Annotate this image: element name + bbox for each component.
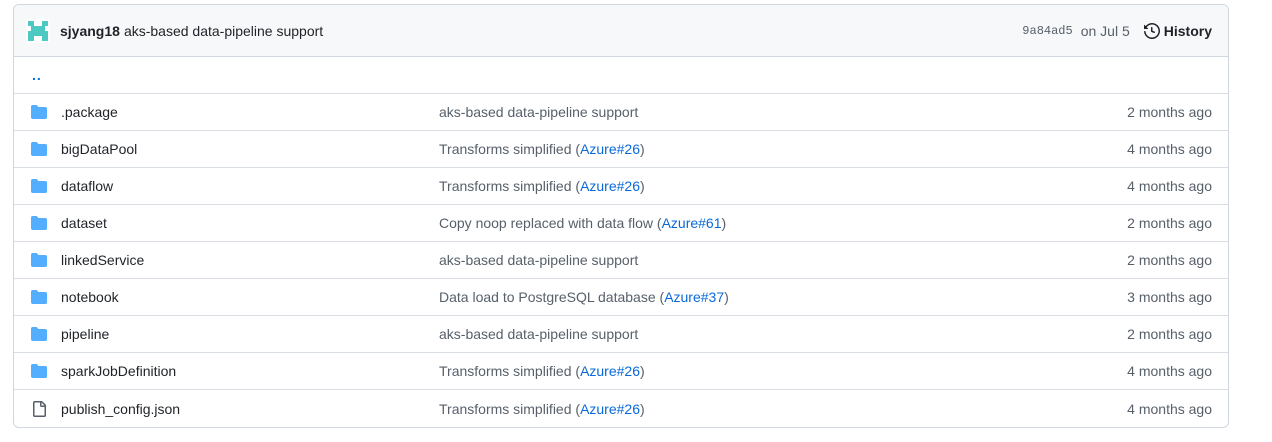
history-label: History bbox=[1163, 22, 1212, 39]
file-commit-message: Transforms simplified (Azure#26) bbox=[439, 178, 645, 194]
file-name-link[interactable]: bigDataPool bbox=[61, 141, 137, 157]
folder-icon bbox=[14, 252, 63, 268]
commit-message-suffix: ) bbox=[724, 289, 729, 305]
commit-message-suffix: ) bbox=[640, 178, 645, 194]
commit-sha[interactable]: 9a84ad5 bbox=[1022, 24, 1072, 38]
commit-message-suffix: ) bbox=[640, 363, 645, 379]
file-name-link[interactable]: dataset bbox=[61, 215, 107, 231]
file-commit-message: aks-based data-pipeline support bbox=[439, 326, 638, 342]
file-commit-message: aks-based data-pipeline support bbox=[439, 252, 638, 268]
file-icon bbox=[14, 400, 63, 417]
commit-age: 2 months ago bbox=[1127, 326, 1212, 342]
commit-message-text[interactable]: aks-based data-pipeline support bbox=[439, 252, 638, 268]
file-name-link[interactable]: publish_config.json bbox=[61, 401, 180, 417]
file-name-link[interactable]: sparkJobDefinition bbox=[61, 363, 176, 379]
file-browser: sjyang18 aks-based data-pipeline support… bbox=[13, 4, 1229, 428]
issue-link[interactable]: Azure#61 bbox=[662, 215, 722, 231]
file-row[interactable]: pipeline aks-based data-pipeline support 2… bbox=[14, 316, 1228, 353]
file-row[interactable]: sparkJobDefinition Transforms simplified … bbox=[14, 353, 1228, 390]
parent-directory-link[interactable]: .. bbox=[14, 57, 1228, 94]
commit-message-text[interactable]: Copy noop replaced with data flow ( bbox=[439, 215, 662, 231]
commit-age: 2 months ago bbox=[1127, 104, 1212, 120]
commit-message-suffix: ) bbox=[721, 215, 727, 231]
file-row[interactable]: dataflow Transforms simplified (Azure#26)… bbox=[14, 168, 1228, 205]
commit-age: 4 months ago bbox=[1127, 363, 1212, 379]
folder-icon bbox=[14, 289, 63, 305]
file-commit-message: Transforms simplified (Azure#26) bbox=[439, 363, 645, 379]
latest-commit-bar: sjyang18 aks-based data-pipeline support… bbox=[14, 5, 1228, 57]
avatar[interactable] bbox=[26, 18, 50, 43]
folder-icon bbox=[14, 215, 63, 231]
commit-message-text[interactable]: aks-based data-pipeline support bbox=[439, 104, 638, 120]
file-commit-message: Transforms simplified (Azure#26) bbox=[439, 141, 645, 157]
issue-link[interactable]: Azure#37 bbox=[664, 289, 724, 305]
issue-link[interactable]: Azure#26 bbox=[580, 178, 640, 194]
folder-icon bbox=[14, 326, 63, 342]
folder-icon bbox=[14, 104, 63, 120]
commit-message-text[interactable]: Transforms simplified ( bbox=[439, 363, 580, 379]
history-icon bbox=[1143, 22, 1160, 39]
commit-age: 3 months ago bbox=[1127, 289, 1212, 305]
file-row[interactable]: .package aks-based data-pipeline support 2… bbox=[14, 94, 1228, 131]
commit-message[interactable]: aks-based data-pipeline support bbox=[124, 23, 323, 39]
folder-icon bbox=[14, 141, 63, 157]
issue-link[interactable]: Azure#26 bbox=[580, 401, 640, 417]
file-row[interactable]: notebook Data load to PostgreSQL database… bbox=[14, 279, 1228, 316]
file-row[interactable]: publish_config.json Transforms simplified… bbox=[14, 390, 1228, 427]
file-row[interactable]: bigDataPool Transforms simplified (Azure#… bbox=[14, 131, 1228, 168]
file-list: .package aks-based data-pipeline support 2… bbox=[14, 94, 1228, 427]
commit-age: 4 months ago bbox=[1127, 400, 1212, 417]
file-commit-message: aks-based data-pipeline support bbox=[439, 104, 638, 120]
file-commit-message: Copy noop replaced with data flow (Azure… bbox=[439, 215, 726, 231]
file-name-link[interactable]: pipeline bbox=[61, 326, 109, 342]
file-name-link[interactable]: linkedService bbox=[61, 252, 144, 268]
commit-author[interactable]: sjyang18 bbox=[60, 23, 120, 39]
commit-age: 2 months ago bbox=[1127, 252, 1212, 268]
commit-message-suffix: ) bbox=[640, 141, 645, 157]
commit-message-text[interactable]: aks-based data-pipeline support bbox=[439, 326, 638, 342]
commit-age: 4 months ago bbox=[1127, 141, 1212, 157]
commit-age: 4 months ago bbox=[1127, 178, 1212, 194]
file-commit-message: Data load to PostgreSQL database (Azure#… bbox=[439, 289, 729, 305]
avatar-icon bbox=[26, 18, 50, 43]
commit-age: 2 months ago bbox=[1127, 215, 1212, 231]
commit-message-suffix: ) bbox=[640, 400, 645, 417]
commit-message-text[interactable]: Transforms simplified ( bbox=[439, 401, 580, 417]
commit-date: on Jul 5 bbox=[1080, 22, 1130, 39]
commit-message-text[interactable]: Transforms simplified ( bbox=[439, 141, 580, 157]
commit-message-text[interactable]: Data load to PostgreSQL database ( bbox=[439, 289, 664, 305]
issue-link[interactable]: Azure#26 bbox=[580, 363, 640, 379]
file-row[interactable]: linkedService aks-based data-pipeline sup… bbox=[14, 242, 1228, 279]
file-name-link[interactable]: dataflow bbox=[61, 178, 113, 194]
file-row[interactable]: dataset Copy noop replaced with data flow… bbox=[14, 205, 1228, 242]
history-button[interactable]: History bbox=[1143, 22, 1212, 39]
file-name-link[interactable]: .package bbox=[61, 104, 118, 120]
folder-icon bbox=[14, 363, 63, 379]
issue-link[interactable]: Azure#26 bbox=[580, 141, 640, 157]
file-commit-message: Transforms simplified (Azure#26) bbox=[439, 401, 645, 417]
file-name-link[interactable]: notebook bbox=[61, 289, 119, 305]
commit-message-text[interactable]: Transforms simplified ( bbox=[439, 178, 580, 194]
folder-icon bbox=[14, 178, 63, 194]
